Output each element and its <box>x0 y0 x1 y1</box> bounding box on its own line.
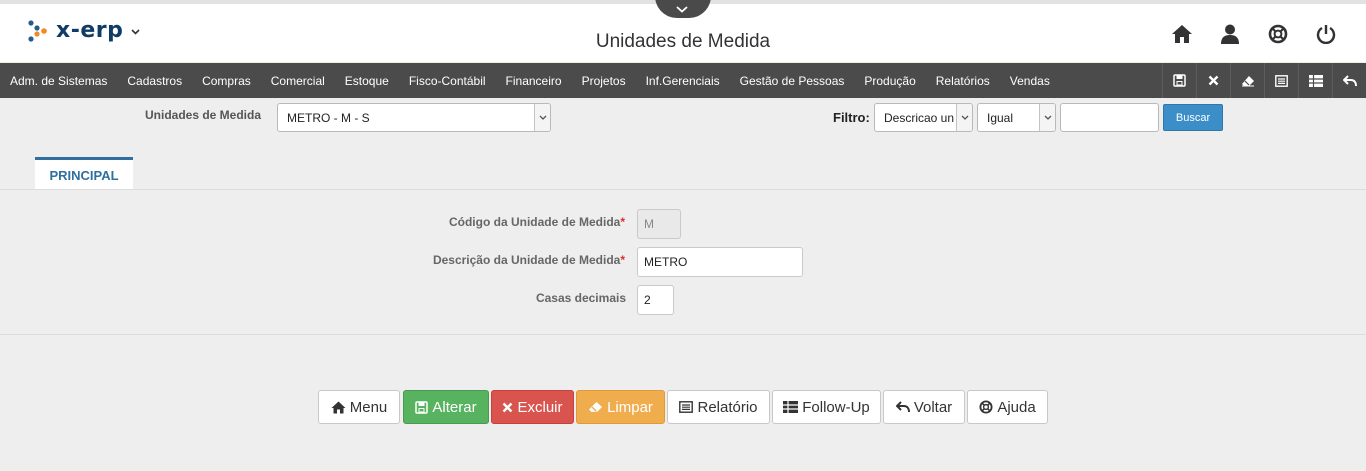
menu-item-producao[interactable]: Produção <box>854 74 925 88</box>
followup-button-label: Follow-Up <box>802 398 870 416</box>
tab-principal[interactable]: PRINCIPAL <box>35 157 133 190</box>
close-icon[interactable] <box>1196 63 1230 98</box>
filter-operator-select[interactable]: Igual <box>977 103 1056 132</box>
voltar-button[interactable]: Voltar <box>883 390 965 424</box>
ajuda-button-label: Ajuda <box>997 398 1036 416</box>
relatorio-button-label: Relatório <box>697 398 758 416</box>
menu-items: Adm. de Sistemas Cadastros Compras Comer… <box>0 63 1060 98</box>
buscar-button[interactable]: Buscar <box>1163 104 1223 131</box>
filter-field-value: Descricao un <box>884 110 955 125</box>
relatorio-button[interactable]: Relatório <box>667 390 770 424</box>
back-icon[interactable] <box>1332 63 1366 98</box>
menu-item-inf-gerenciais[interactable]: Inf.Gerenciais <box>636 74 730 88</box>
menu-item-projetos[interactable]: Projetos <box>572 74 636 88</box>
tab-divider <box>0 189 1366 190</box>
unit-select[interactable]: METRO - M - S <box>277 103 551 132</box>
home-icon[interactable] <box>1170 22 1194 46</box>
unit-label: Unidades de Medida <box>145 108 262 122</box>
menu-item-estoque[interactable]: Estoque <box>335 74 399 88</box>
menu-item-cadastros[interactable]: Cadastros <box>117 74 192 88</box>
save-icon[interactable] <box>1162 63 1196 98</box>
page-title: Unidades de Medida <box>595 31 771 52</box>
header-actions <box>1170 22 1338 46</box>
required-mark: * <box>620 253 625 267</box>
codigo-field[interactable]: M <box>637 209 681 239</box>
close-icon <box>503 402 513 412</box>
menu-item-financeiro[interactable]: Financeiro <box>496 74 572 88</box>
alterar-button[interactable]: Alterar <box>403 390 489 424</box>
required-mark: * <box>620 215 625 229</box>
filter-value-input[interactable] <box>1060 103 1159 132</box>
followup-button[interactable]: Follow-Up <box>772 390 881 424</box>
voltar-button-label: Voltar <box>913 398 953 416</box>
table-icon[interactable] <box>1298 63 1332 98</box>
table-icon <box>783 401 799 413</box>
menu-item-comercial[interactable]: Comercial <box>261 74 335 88</box>
menu-item-compras[interactable]: Compras <box>192 74 261 88</box>
chevron-down-icon <box>534 104 550 131</box>
limpar-button-label: Limpar <box>607 398 653 416</box>
help-icon[interactable] <box>1266 22 1290 46</box>
eraser-icon <box>589 402 603 412</box>
descricao-field[interactable]: METRO <box>637 247 803 277</box>
menu-button-label: Menu <box>349 398 388 416</box>
back-icon <box>895 401 910 413</box>
casas-decimais-label: Casas decimais <box>535 291 626 305</box>
eraser-icon[interactable] <box>1230 63 1264 98</box>
power-icon[interactable] <box>1314 22 1338 46</box>
menu-item-fisco-contabil[interactable]: Fisco-Contábil <box>399 74 496 88</box>
form-divider <box>0 334 1366 335</box>
help-icon <box>979 400 993 414</box>
main-menubar: Adm. de Sistemas Cadastros Compras Comer… <box>0 63 1366 98</box>
menu-item-adm-sistemas[interactable]: Adm. de Sistemas <box>0 74 117 88</box>
casas-decimais-field[interactable]: 2 <box>637 285 674 315</box>
alterar-button-label: Alterar <box>432 398 477 416</box>
report-icon[interactable] <box>1264 63 1298 98</box>
save-icon <box>415 400 429 414</box>
report-icon <box>679 401 694 413</box>
menu-item-relatorios[interactable]: Relatórios <box>926 74 1000 88</box>
home-icon <box>331 401 346 413</box>
chevron-down-icon <box>956 104 972 131</box>
unit-select-value: METRO - M - S <box>287 110 370 125</box>
filter-operator-value: Igual <box>987 110 1014 125</box>
filtro-label: Filtro: <box>833 110 870 125</box>
codigo-label: Código da Unidade de Medida* <box>449 215 625 229</box>
app-header: x-erp Unidades de Medida <box>0 0 1366 66</box>
ajuda-button[interactable]: Ajuda <box>967 390 1048 424</box>
user-icon[interactable] <box>1218 22 1242 46</box>
collapse-header-tab[interactable] <box>655 0 711 18</box>
excluir-button-label: Excluir <box>517 398 563 416</box>
excluir-button[interactable]: Excluir <box>491 390 574 424</box>
menu-item-vendas[interactable]: Vendas <box>1000 74 1060 88</box>
menu-item-gestao-pessoas[interactable]: Gestão de Pessoas <box>730 74 855 88</box>
limpar-button[interactable]: Limpar <box>576 390 665 424</box>
codigo-label-text: Código da Unidade de Medida <box>448 215 621 229</box>
descricao-label: Descrição da Unidade de Medida* <box>433 253 625 267</box>
chevron-down-icon <box>676 6 688 13</box>
filter-field-select[interactable]: Descricao un <box>874 103 973 132</box>
descricao-label-text: Descrição da Unidade de Medida <box>432 253 621 267</box>
menu-button[interactable]: Menu <box>318 390 400 424</box>
chevron-down-icon <box>1039 104 1055 131</box>
toolbar-icons <box>1162 63 1366 98</box>
